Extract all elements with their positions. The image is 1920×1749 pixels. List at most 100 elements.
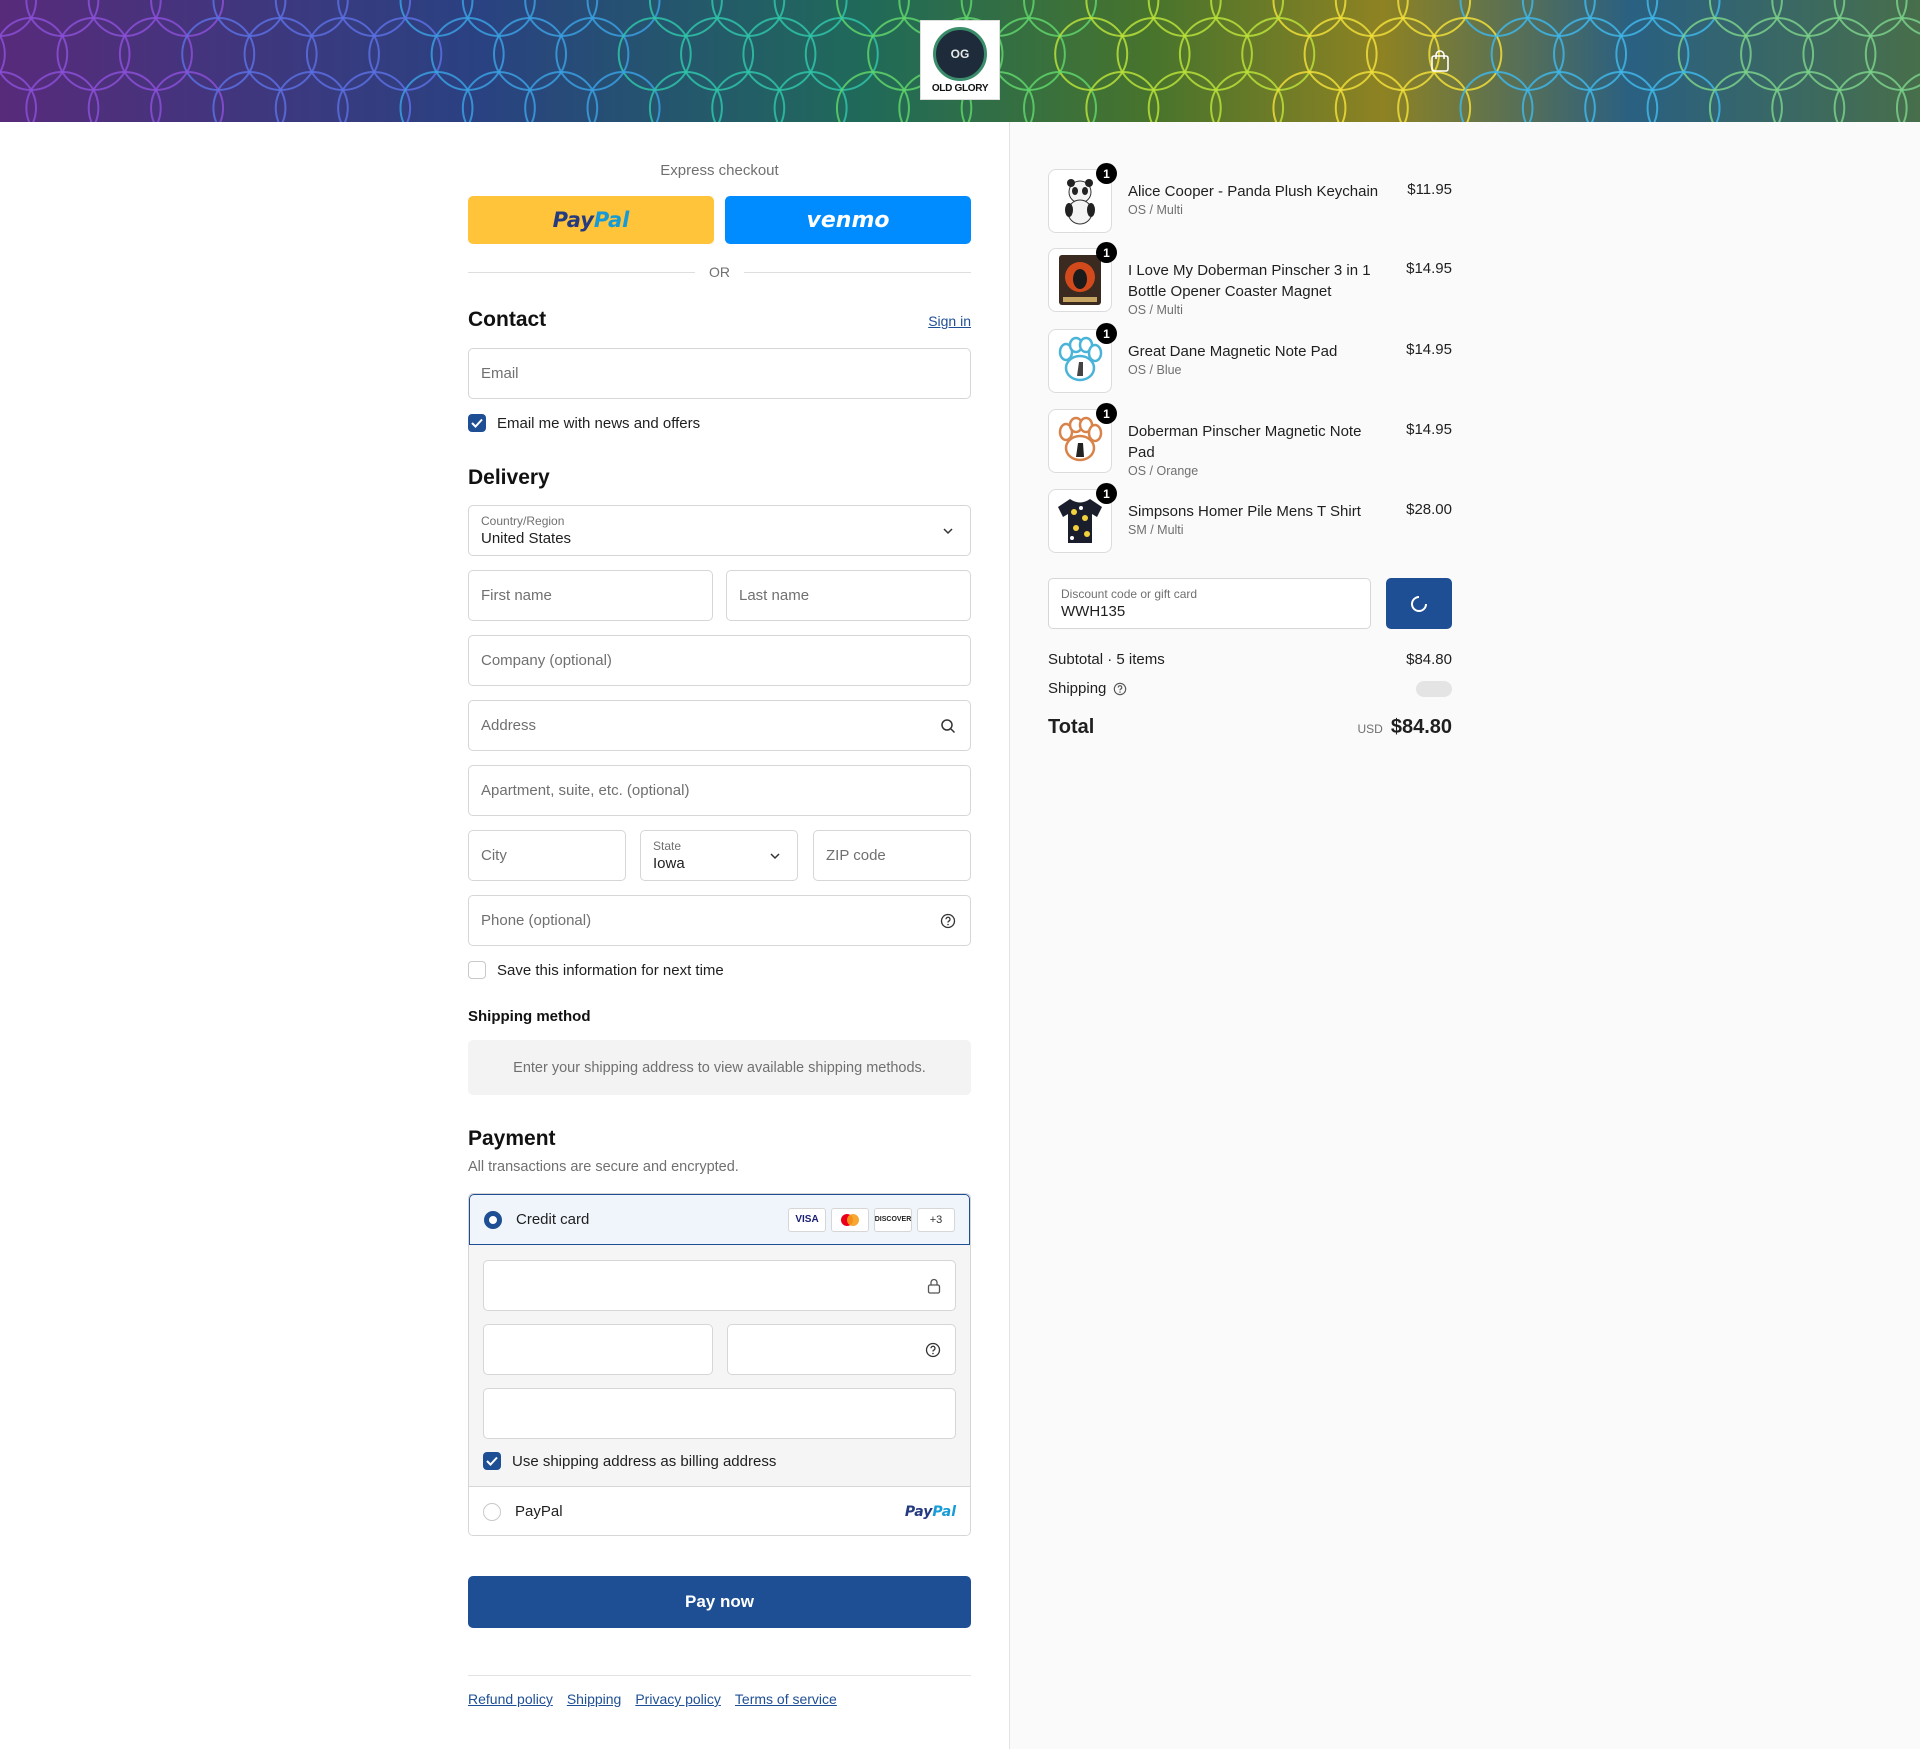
discount-code-field[interactable]: Discount code or gift card WWH135 xyxy=(1048,578,1371,629)
zip-field[interactable]: ZIP code xyxy=(813,830,971,881)
or-divider: OR xyxy=(468,262,971,282)
shipping-method-title: Shipping method xyxy=(468,1008,591,1025)
pay-now-button[interactable]: Pay now xyxy=(468,1576,971,1628)
shipping-method-notice: Enter your shipping address to view avai… xyxy=(468,1040,971,1095)
paypal-option[interactable]: PayPal PayPal xyxy=(469,1486,970,1535)
pattern-circle xyxy=(212,71,287,122)
pattern-circle xyxy=(368,17,443,91)
subtotal-row: Subtotal · 5 items $84.80 xyxy=(1048,651,1452,668)
help-circle-icon[interactable] xyxy=(1113,682,1127,696)
mastercard-icon xyxy=(831,1207,869,1232)
address-field[interactable]: Address xyxy=(468,700,971,751)
footer-links: Refund policy Shipping Privacy policy Te… xyxy=(468,1691,837,1707)
shopping-bag-icon[interactable] xyxy=(1430,50,1450,72)
state-select[interactable]: State Iowa xyxy=(640,830,798,881)
pattern-circle xyxy=(804,17,879,91)
list-item: 1 I Love My Doberman Pinscher 3 in 1 Bot… xyxy=(1048,242,1452,317)
expiration-date-field[interactable] xyxy=(483,1324,713,1375)
paypal-express-button[interactable]: PayPal xyxy=(468,196,714,244)
product-thumbnail-notepad-blue: 1 xyxy=(1048,323,1117,393)
last-name-field[interactable]: Last name xyxy=(726,570,971,621)
item-variant: OS / Orange xyxy=(1128,464,1199,478)
quantity-badge: 1 xyxy=(1096,323,1117,344)
more-cards-badge: +3 xyxy=(917,1207,955,1232)
pattern-circle xyxy=(1334,71,1409,122)
total-value: $84.80 xyxy=(1390,716,1452,738)
apartment-field[interactable]: Apartment, suite, etc. (optional) xyxy=(468,765,971,816)
pattern-circle xyxy=(1895,73,1920,122)
first-name-field[interactable]: First name xyxy=(468,570,713,621)
pattern-circle xyxy=(648,71,723,122)
pattern-circle xyxy=(1116,17,1191,91)
list-item: 1 Great Dane Magnetic Note Pad OS / Blue … xyxy=(1048,323,1452,395)
pattern-circle xyxy=(991,17,1066,91)
terms-of-service-link[interactable]: Terms of service xyxy=(735,1691,837,1707)
pattern-circle xyxy=(243,17,318,91)
security-code-field[interactable] xyxy=(727,1324,956,1375)
venmo-logo: venmo xyxy=(806,207,890,233)
pattern-circle xyxy=(1740,17,1815,91)
save-info-checkbox[interactable]: Save this information for next time xyxy=(468,961,724,979)
pattern-circle xyxy=(181,17,256,91)
pattern-circle xyxy=(617,17,692,91)
pattern-circle xyxy=(87,71,162,122)
payment-subtitle: All transactions are secure and encrypte… xyxy=(468,1159,739,1175)
pattern-circle xyxy=(1147,71,1222,122)
discover-icon: DISCOVER xyxy=(874,1207,912,1232)
pattern-circle xyxy=(835,71,910,122)
pattern-circle xyxy=(1490,17,1565,91)
help-circle-icon[interactable] xyxy=(940,913,956,929)
billing-address-checkbox[interactable]: Use shipping address as billing address xyxy=(483,1452,776,1470)
contact-header: Contact Sign in xyxy=(468,308,971,332)
contact-title: Contact xyxy=(468,308,547,331)
total-label: Total xyxy=(1048,716,1095,738)
phone-field[interactable]: Phone (optional) xyxy=(468,895,971,946)
item-variant: SM / Multi xyxy=(1128,523,1184,537)
payment-title: Payment xyxy=(468,1127,556,1150)
name-on-card-field[interactable] xyxy=(483,1388,956,1439)
store-logo[interactable]: OG OLD GLORY xyxy=(920,20,1000,100)
delivery-title: Delivery xyxy=(468,466,550,489)
pattern-circle xyxy=(1210,71,1285,122)
item-name: I Love My Doberman Pinscher 3 in 1 Bottl… xyxy=(1128,262,1371,300)
pattern-circle xyxy=(1802,17,1877,91)
visa-icon: VISA xyxy=(788,1207,826,1232)
pattern-circle xyxy=(118,17,193,91)
privacy-policy-link[interactable]: Privacy policy xyxy=(635,1691,721,1707)
help-circle-icon[interactable] xyxy=(925,1342,941,1358)
checkbox-checked-icon xyxy=(468,414,486,432)
item-price: $11.95 xyxy=(1407,181,1452,198)
logo-name: OLD GLORY xyxy=(931,82,989,94)
refund-policy-link[interactable]: Refund policy xyxy=(468,1691,553,1707)
subtotal-label: Subtotal · 5 items xyxy=(1048,651,1165,668)
pattern-circle xyxy=(56,17,131,91)
checkbox-checked-icon xyxy=(483,1452,501,1470)
news-offers-checkbox[interactable]: Email me with news and offers xyxy=(468,414,700,432)
card-number-field[interactable] xyxy=(483,1260,956,1311)
pattern-circle xyxy=(1521,71,1596,122)
city-field[interactable]: City xyxy=(468,830,626,881)
express-checkout-title: Express checkout xyxy=(660,162,779,179)
paypal-logo: PayPal xyxy=(904,1503,956,1520)
sign-in-link[interactable]: Sign in xyxy=(928,313,971,329)
pattern-circle xyxy=(150,71,225,122)
footer-divider xyxy=(468,1675,971,1676)
subtotal-value: $84.80 xyxy=(1406,651,1452,668)
pattern-circle xyxy=(1771,71,1846,122)
pattern-circle xyxy=(1178,17,1253,91)
item-variant: OS / Blue xyxy=(1128,363,1182,377)
pattern-circle xyxy=(1241,17,1316,91)
email-field[interactable]: Email xyxy=(468,348,971,399)
item-variant: OS / Multi xyxy=(1128,303,1183,317)
venmo-express-button[interactable]: venmo xyxy=(725,196,971,244)
shipping-policy-link[interactable]: Shipping xyxy=(567,1691,622,1707)
item-variant: OS / Multi xyxy=(1128,203,1183,217)
pattern-circle xyxy=(305,17,380,91)
card-brands: VISA DISCOVER +3 xyxy=(788,1207,955,1232)
pattern-circle xyxy=(1833,71,1908,122)
company-field[interactable]: Company (optional) xyxy=(468,635,971,686)
credit-card-option[interactable]: Credit card VISA DISCOVER +3 xyxy=(469,1194,970,1245)
apply-discount-button[interactable] xyxy=(1386,578,1452,629)
pattern-circle xyxy=(1397,71,1472,122)
country-select[interactable]: Country/Region United States xyxy=(468,505,971,556)
